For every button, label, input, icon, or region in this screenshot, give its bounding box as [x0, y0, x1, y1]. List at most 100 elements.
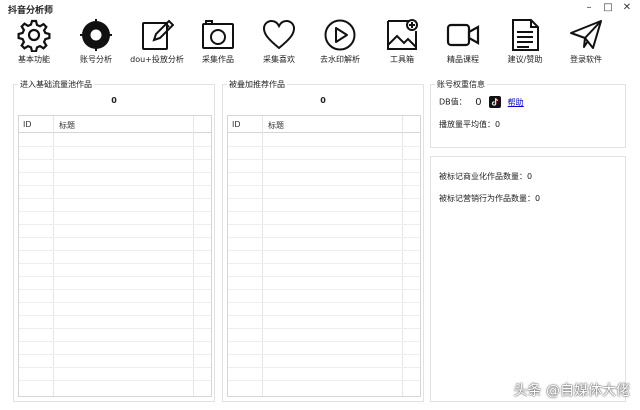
toolbar-label: 采集作品	[202, 55, 234, 64]
toolbar-label: 采集喜欢	[263, 55, 295, 64]
toolbar-suggest-sponsor-button[interactable]: 建议/赞助	[494, 18, 556, 68]
send-icon	[570, 20, 602, 49]
db-value: 0	[475, 96, 482, 108]
table-row	[19, 146, 211, 147]
pool-works-table[interactable]: ID 标题	[18, 115, 212, 397]
table-row	[228, 276, 420, 277]
marketing-row: 被标记营销行为作品数量：0	[439, 193, 540, 204]
db-label: DB值：	[439, 97, 467, 107]
table-row	[19, 328, 211, 329]
table-row	[228, 185, 420, 186]
commercial-value: 0	[527, 172, 533, 181]
column-id-header[interactable]: ID	[23, 120, 32, 129]
table-row	[19, 185, 211, 186]
app-title: 抖音分析师	[8, 6, 54, 16]
target-icon	[80, 19, 112, 51]
table-row	[19, 237, 211, 238]
stacked-works-count: 0	[320, 96, 326, 105]
toolbar-label: 账号分析	[80, 55, 112, 64]
account-weight-panel: 账号权重信息 DB值： 0 帮助 播放量平均值：0	[430, 80, 626, 148]
table-row	[228, 302, 420, 303]
heart-icon	[262, 19, 296, 50]
column-id-header[interactable]: ID	[232, 120, 241, 129]
table-row	[19, 341, 211, 342]
avg-play-value: 0	[495, 120, 501, 129]
edit-icon	[142, 19, 174, 50]
table-row	[19, 224, 211, 225]
table-row	[19, 198, 211, 199]
toolbar-toolbox-button[interactable]: 工具箱	[371, 18, 433, 68]
play-icon	[324, 19, 356, 51]
table-row	[228, 146, 420, 147]
toolbar-label: 工具箱	[390, 55, 414, 64]
toolbar-login-button[interactable]: 登录软件	[555, 18, 617, 68]
table-row	[228, 159, 420, 160]
marketing-value: 0	[535, 194, 541, 203]
table-row	[19, 380, 211, 381]
maximize-button[interactable]: □	[601, 1, 615, 15]
close-button[interactable]: ✕	[620, 1, 634, 15]
table-row	[228, 211, 420, 212]
pool-works-panel: 进入基础流量池作品 0 ID 标题	[13, 80, 215, 402]
toolbar: 基本功能 账号分析 dou+投放分析 采集作品 采集喜欢 去水印解析 工具箱 精…	[0, 18, 640, 68]
toolbar-remove-watermark-button[interactable]: 去水印解析	[309, 18, 371, 68]
table-row	[228, 354, 420, 355]
stacked-works-table[interactable]: ID 标题	[227, 115, 421, 397]
table-row	[228, 367, 420, 368]
table-row	[19, 172, 211, 173]
toolbar-label: 精品课程	[447, 55, 479, 64]
table-row	[228, 328, 420, 329]
marketing-label: 被标记营销行为作品数量：	[439, 194, 535, 203]
table-row	[228, 237, 420, 238]
table-row	[19, 263, 211, 264]
toolbar-label: 基本功能	[18, 55, 50, 64]
marked-works-panel: 被标记商业化作品数量：0 被标记营销行为作品数量：0	[430, 156, 626, 402]
column-title-header[interactable]: 标题	[59, 120, 75, 131]
table-row	[19, 159, 211, 160]
minimize-button[interactable]: –	[582, 1, 596, 15]
table-row	[228, 315, 420, 316]
toolbar-label: 去水印解析	[320, 55, 360, 64]
table-row	[228, 289, 420, 290]
commercial-row: 被标记商业化作品数量：0	[439, 171, 532, 182]
table-row	[228, 380, 420, 381]
toolbar-dou-plus-button[interactable]: dou+投放分析	[126, 18, 188, 68]
stacked-panel-caption: 被叠加推荐作品	[227, 80, 287, 90]
title-bar: 抖音分析师 – □ ✕	[0, 0, 640, 16]
image-add-icon	[387, 19, 418, 50]
toolbar-basic-button[interactable]: 基本功能	[3, 18, 65, 68]
toolbar-collect-likes-button[interactable]: 采集喜欢	[248, 18, 310, 68]
table-row	[19, 354, 211, 355]
table-row	[19, 289, 211, 290]
toolbar-collect-works-button[interactable]: 采集作品	[187, 18, 249, 68]
toolbar-account-analysis-button[interactable]: 账号分析	[65, 18, 127, 68]
table-row	[19, 302, 211, 303]
avg-play-row: 播放量平均值：0	[439, 119, 500, 130]
table-header: ID 标题	[19, 116, 211, 133]
table-row	[228, 172, 420, 173]
avg-play-label: 播放量平均值：	[439, 120, 495, 129]
table-row	[19, 250, 211, 251]
table-row	[228, 341, 420, 342]
toolbar-label: 登录软件	[570, 55, 602, 64]
camera-icon	[202, 20, 234, 49]
table-header: ID 标题	[228, 116, 420, 133]
toolbar-label: 建议/赞助	[507, 55, 543, 64]
pool-panel-caption: 进入基础流量池作品	[18, 80, 94, 90]
document-icon	[512, 19, 539, 51]
table-row	[228, 250, 420, 251]
table-row	[228, 263, 420, 264]
toolbar-courses-button[interactable]: 精品课程	[432, 18, 494, 68]
pool-works-count: 0	[111, 96, 117, 105]
toolbar-label: dou+投放分析	[130, 55, 184, 64]
watermark: 头条 @自媒体大佬	[513, 383, 630, 399]
table-row	[19, 315, 211, 316]
stacked-works-panel: 被叠加推荐作品 0 ID 标题	[222, 80, 424, 402]
tiktok-icon	[489, 96, 502, 108]
table-row	[228, 224, 420, 225]
column-title-header[interactable]: 标题	[268, 120, 284, 131]
gear-icon	[17, 19, 51, 52]
help-link[interactable]: 帮助	[508, 98, 524, 107]
weight-panel-caption: 账号权重信息	[435, 80, 487, 90]
table-row	[19, 367, 211, 368]
